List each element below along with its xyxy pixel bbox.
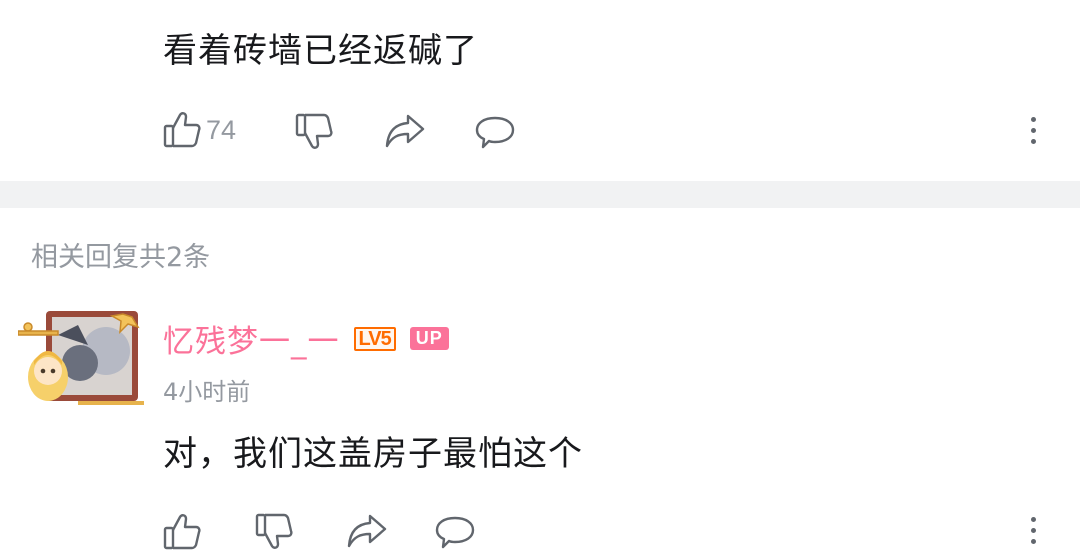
section-divider bbox=[0, 181, 1080, 208]
reply-header: 忆残梦一_一 LV5 UP bbox=[163, 316, 449, 361]
comment-text: 看着砖墙已经返碱了 bbox=[163, 31, 478, 71]
thumbs-down-icon bbox=[294, 112, 334, 152]
like-button[interactable]: 74 bbox=[162, 110, 236, 150]
level-badge: LV5 bbox=[353, 326, 396, 351]
share-icon bbox=[346, 512, 388, 550]
share-icon bbox=[384, 112, 426, 150]
comment-icon bbox=[474, 114, 516, 152]
share-button[interactable] bbox=[384, 112, 426, 150]
up-badge: UP bbox=[409, 327, 449, 350]
reply-timestamp: 4小时前 bbox=[163, 378, 251, 406]
reply-dislike-button[interactable] bbox=[254, 512, 294, 552]
reply-comment-button[interactable] bbox=[434, 514, 476, 552]
reply-text: 对，我们这盖房子最怕这个 bbox=[163, 434, 583, 474]
thumbs-up-icon bbox=[162, 110, 202, 150]
avatar[interactable] bbox=[17, 305, 144, 409]
thumbs-up-icon bbox=[162, 512, 202, 552]
comment-icon bbox=[434, 514, 476, 552]
more-vertical-icon bbox=[1031, 117, 1037, 144]
reply-button[interactable] bbox=[474, 114, 516, 152]
reply-like-button[interactable] bbox=[162, 512, 202, 552]
username[interactable]: 忆残梦一_一 bbox=[163, 316, 340, 361]
replies-header: 相关回复共2条 bbox=[31, 242, 211, 273]
reply-share-button[interactable] bbox=[346, 512, 388, 550]
like-count: 74 bbox=[206, 114, 237, 145]
thumbs-down-icon bbox=[254, 512, 294, 552]
reply-more-options-button[interactable] bbox=[1031, 517, 1037, 550]
dislike-button[interactable] bbox=[294, 112, 334, 152]
more-options-button[interactable] bbox=[1031, 117, 1037, 150]
